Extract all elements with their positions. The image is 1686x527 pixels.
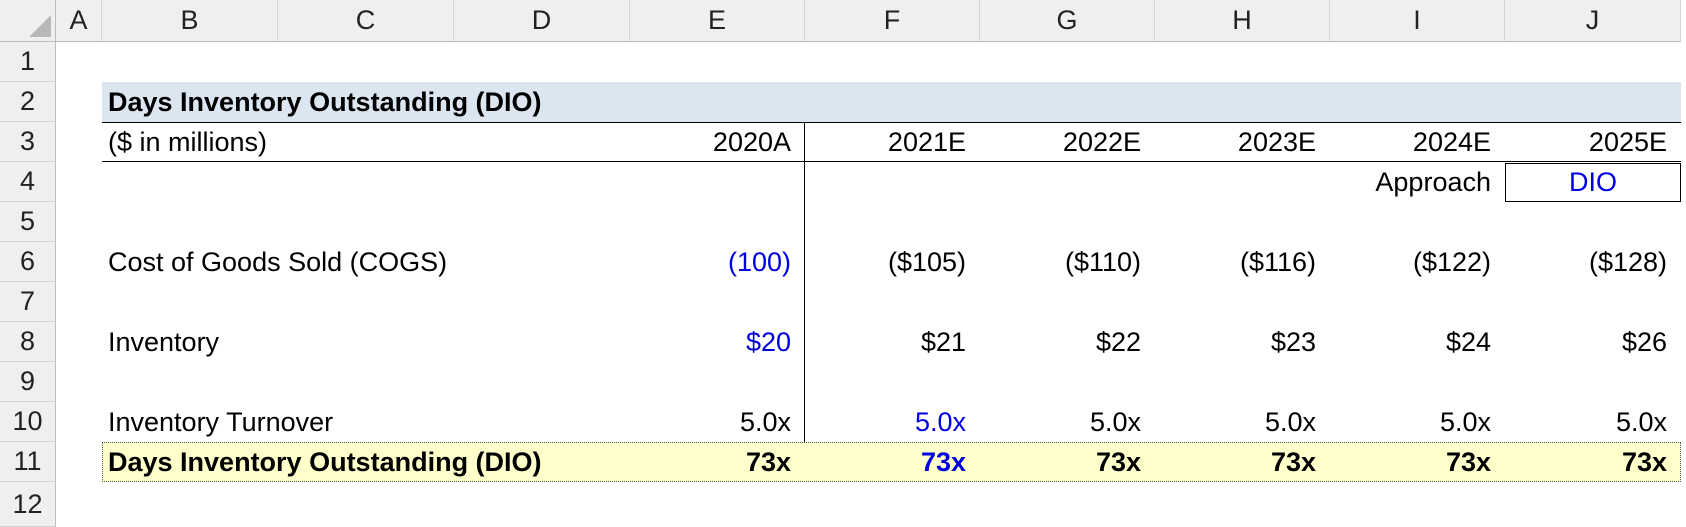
column-header-a[interactable]: A <box>56 0 102 42</box>
column-header-f[interactable]: F <box>805 0 980 42</box>
row-header-7[interactable]: 7 <box>0 282 56 322</box>
dio-2021e[interactable]: 73x <box>805 442 980 482</box>
inventory-2025e[interactable]: $26 <box>1505 322 1681 362</box>
dio-2020a[interactable]: 73x <box>630 442 805 482</box>
year-2020a[interactable]: 2020A <box>630 122 805 162</box>
row-header-3[interactable]: 3 <box>0 122 56 162</box>
inventory-2022e[interactable]: $22 <box>980 322 1155 362</box>
year-2021e[interactable]: 2021E <box>805 122 980 162</box>
row-header-8[interactable]: 8 <box>0 322 56 362</box>
inventory-2020a[interactable]: $20 <box>630 322 805 362</box>
dio-2024e[interactable]: 73x <box>1330 442 1505 482</box>
column-header-b[interactable]: B <box>102 0 278 42</box>
spreadsheet: A B C D E F G H I J 1 2 3 4 5 6 7 8 9 10… <box>0 0 1686 527</box>
inventory-2024e[interactable]: $24 <box>1330 322 1505 362</box>
column-header-d[interactable]: D <box>454 0 630 42</box>
year-2023e[interactable]: 2023E <box>1155 122 1330 162</box>
column-header-i[interactable]: I <box>1330 0 1505 42</box>
cogs-2024e[interactable]: ($122) <box>1330 242 1505 282</box>
cogs-2023e[interactable]: ($116) <box>1155 242 1330 282</box>
approach-label[interactable]: Approach <box>1330 162 1505 202</box>
cogs-label[interactable]: Cost of Goods Sold (COGS) <box>102 242 602 282</box>
cogs-2022e[interactable]: ($110) <box>980 242 1155 282</box>
column-header-j[interactable]: J <box>1505 0 1681 42</box>
row-header-11[interactable]: 11 <box>0 442 56 482</box>
inventory-2023e[interactable]: $23 <box>1155 322 1330 362</box>
select-all-corner[interactable] <box>0 0 56 42</box>
row-header-10[interactable]: 10 <box>0 402 56 442</box>
approach-input[interactable]: DIO <box>1505 163 1681 202</box>
dio-2022e[interactable]: 73x <box>980 442 1155 482</box>
row-header-12[interactable]: 12 <box>0 482 56 527</box>
dio-label[interactable]: Days Inventory Outstanding (DIO) <box>102 442 702 482</box>
year-2022e[interactable]: 2022E <box>980 122 1155 162</box>
cogs-2020a[interactable]: (100) <box>630 242 805 282</box>
column-header-g[interactable]: G <box>980 0 1155 42</box>
dio-2023e[interactable]: 73x <box>1155 442 1330 482</box>
year-2024e[interactable]: 2024E <box>1330 122 1505 162</box>
cogs-2021e[interactable]: ($105) <box>805 242 980 282</box>
row-header-4[interactable]: 4 <box>0 162 56 202</box>
turnover-2023e[interactable]: 5.0x <box>1155 402 1330 442</box>
year-2025e[interactable]: 2025E <box>1505 122 1681 162</box>
turnover-label[interactable]: Inventory Turnover <box>102 402 602 442</box>
column-header-h[interactable]: H <box>1155 0 1330 42</box>
units-label[interactable]: ($ in millions) <box>102 122 502 162</box>
row-header-5[interactable]: 5 <box>0 202 56 242</box>
model-title[interactable]: Days Inventory Outstanding (DIO) <box>102 82 702 122</box>
column-header-e[interactable]: E <box>630 0 805 42</box>
turnover-2022e[interactable]: 5.0x <box>980 402 1155 442</box>
inventory-2021e[interactable]: $21 <box>805 322 980 362</box>
dio-2025e[interactable]: 73x <box>1505 442 1681 482</box>
turnover-2024e[interactable]: 5.0x <box>1330 402 1505 442</box>
turnover-2025e[interactable]: 5.0x <box>1505 402 1681 442</box>
select-all-triangle-icon <box>29 15 51 37</box>
cogs-2025e[interactable]: ($128) <box>1505 242 1681 282</box>
column-header-c[interactable]: C <box>278 0 454 42</box>
turnover-2021e[interactable]: 5.0x <box>805 402 980 442</box>
turnover-2020a[interactable]: 5.0x <box>630 402 805 442</box>
row-header-1[interactable]: 1 <box>0 42 56 82</box>
row-header-6[interactable]: 6 <box>0 242 56 282</box>
inventory-label[interactable]: Inventory <box>102 322 602 362</box>
row-header-2[interactable]: 2 <box>0 82 56 122</box>
row-header-9[interactable]: 9 <box>0 362 56 402</box>
